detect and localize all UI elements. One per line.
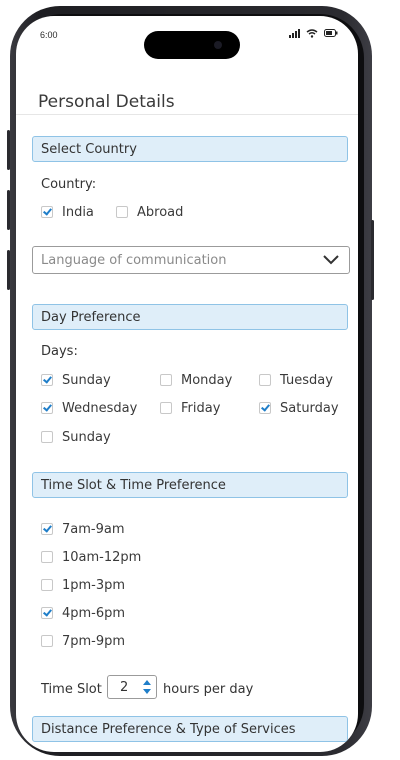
- section-title: Day Preference: [41, 310, 141, 325]
- country-label: Country:: [41, 177, 97, 192]
- dynamic-island: [144, 31, 240, 59]
- section-header-time: Time Slot & Time Preference: [32, 472, 348, 498]
- checkbox-unchecked-icon[interactable]: [41, 551, 53, 563]
- hours-per-day-label: hours per day: [163, 682, 254, 697]
- time-slot-stepper[interactable]: 2: [107, 675, 157, 699]
- phone-side-button: [7, 130, 10, 170]
- stepper-arrows-icon[interactable]: [142, 678, 152, 696]
- checkbox-unchecked-icon[interactable]: [41, 635, 53, 647]
- camera-icon: [214, 41, 222, 49]
- language-select[interactable]: Language of communication: [32, 246, 350, 274]
- time-slot-label: Time Slot: [41, 682, 102, 697]
- battery-icon: [324, 29, 338, 37]
- checkbox-checked-icon[interactable]: [41, 206, 53, 218]
- app-header: Personal Details: [16, 70, 358, 115]
- section-header-distance: Distance Preference & Type of Services: [32, 716, 348, 742]
- checkbox-checked-icon[interactable]: [41, 607, 53, 619]
- wifi-icon: [306, 28, 318, 38]
- language-placeholder: Language of communication: [41, 253, 227, 268]
- checkbox-checked-icon[interactable]: [259, 402, 271, 414]
- section-title: Time Slot & Time Preference: [41, 478, 226, 493]
- checkbox-unchecked-icon[interactable]: [160, 374, 172, 386]
- checkbox-checked-icon[interactable]: [41, 374, 53, 386]
- status-time: 6:00: [40, 30, 58, 40]
- section-header-day: Day Preference: [32, 304, 348, 330]
- checkbox-unchecked-icon[interactable]: [41, 431, 53, 443]
- chevron-down-icon: [323, 255, 339, 265]
- section-header-country: Select Country: [32, 136, 348, 162]
- days-label: Days:: [41, 344, 78, 359]
- signal-icon: [288, 28, 300, 38]
- section-title: Select Country: [41, 142, 137, 157]
- phone-side-button: [7, 250, 10, 290]
- status-icons: [288, 28, 338, 39]
- app-screen: 6:00 Personal Details Select Country Cou…: [16, 16, 358, 752]
- checkbox-checked-icon[interactable]: [41, 402, 53, 414]
- status-bar: 6:00: [16, 16, 358, 59]
- checkbox-unchecked-icon[interactable]: [116, 206, 128, 218]
- checkbox-checked-icon[interactable]: [41, 523, 53, 535]
- phone-power-button: [371, 220, 374, 300]
- page-title: Personal Details: [38, 92, 175, 112]
- section-title: Distance Preference & Type of Services: [41, 722, 296, 737]
- checkbox-unchecked-icon[interactable]: [41, 579, 53, 591]
- checkbox-unchecked-icon[interactable]: [259, 374, 271, 386]
- stepper-value: 2: [120, 680, 129, 695]
- checkbox-unchecked-icon[interactable]: [160, 402, 172, 414]
- phone-side-button: [7, 190, 10, 230]
